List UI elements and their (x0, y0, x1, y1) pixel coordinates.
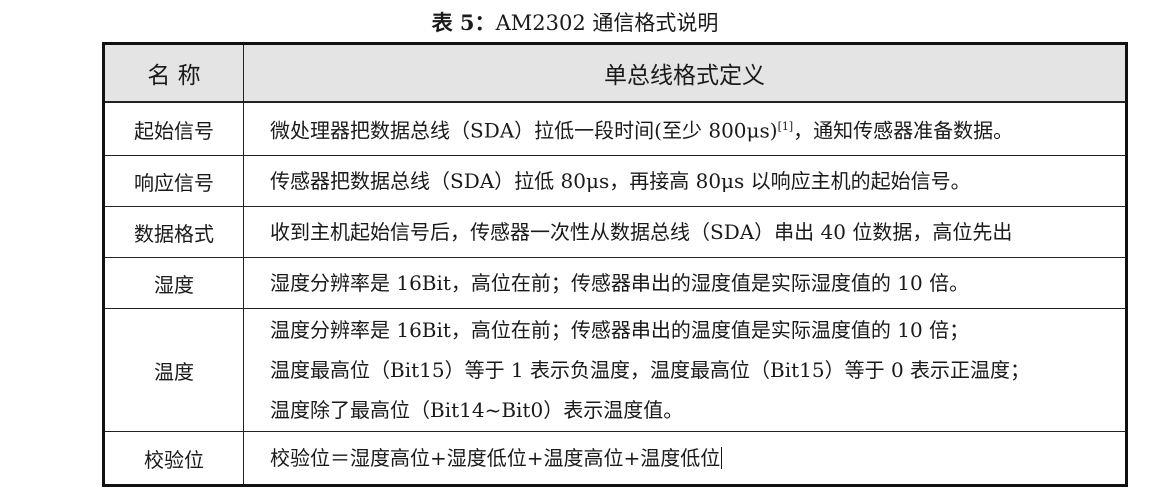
caption-title: AM2302 通信格式说明 (495, 11, 719, 35)
definition-text: 温度除了最高位（Bit14~Bit0）表示温度值。 (270, 398, 684, 422)
row-name-data-format: 数据格式 (103, 206, 244, 258)
row-definition: 微处理器把数据总线（SDA）拉低一段时间(至少 800μs)[1]，通知传感器准… (243, 101, 1127, 156)
definition-text: 温度最高位（Bit15）等于 1 表示负温度，温度最高位（Bit15）等于 0 … (270, 358, 1031, 382)
text-cursor (721, 447, 723, 469)
definition-text: 收到主机起始信号后，传感器一次性从数据总线（SDA）串出 40 位数据，高位先出 (270, 220, 1013, 244)
footnote-ref: [1] (777, 120, 794, 134)
definition-text: ，通知传感器准备数据。 (793, 118, 1014, 143)
definition-line: 校验位＝湿度高位+湿度低位+温度高位+温度低位 (270, 438, 1124, 478)
row-name-response-signal: 响应信号 (103, 155, 244, 207)
row-definition: 湿度分辨率是 16Bit，高位在前；传感器串出的湿度值是实际湿度值的 10 倍。 (243, 257, 1127, 309)
protocol-table: 名 称 单总线格式定义 起始信号 微处理器把数据总线（SDA）拉低一段时间(至少… (102, 42, 1128, 487)
table-row: 温度 温度分辨率是 16Bit，高位在前；传感器串出的温度值是实际温度值的 10… (103, 308, 1127, 432)
definition-text: 微处理器把数据总线（SDA）拉低一段时间(至少 800μs) (270, 118, 778, 143)
header-definition: 单总线格式定义 (243, 43, 1127, 103)
table-row: 响应信号 传感器把数据总线（SDA）拉低 80μs，再接高 80μs 以响应主机… (103, 155, 1127, 207)
table-header-row: 名 称 单总线格式定义 (103, 43, 1127, 103)
table-caption: 表 5：AM2302 通信格式说明 (0, 8, 1150, 38)
row-name-start-signal: 起始信号 (103, 101, 244, 156)
header-name: 名 称 (103, 43, 244, 103)
definition-line: 微处理器把数据总线（SDA）拉低一段时间(至少 800μs)[1]，通知传感器准… (270, 107, 1124, 151)
definition-text: 温度分辨率是 16Bit，高位在前；传感器串出的温度值是实际温度值的 10 倍； (270, 318, 970, 342)
row-name-temperature: 温度 (103, 308, 244, 432)
definition-text: 湿度分辨率是 16Bit，高位在前；传感器串出的湿度值是实际湿度值的 10 倍。 (270, 271, 970, 295)
row-definition: 温度分辨率是 16Bit，高位在前；传感器串出的温度值是实际温度值的 10 倍；… (243, 308, 1127, 432)
row-name-humidity: 湿度 (103, 257, 244, 309)
caption-label: 表 5： (431, 10, 496, 35)
row-name-checksum: 校验位 (103, 431, 244, 486)
table-row: 数据格式 收到主机起始信号后，传感器一次性从数据总线（SDA）串出 40 位数据… (103, 206, 1127, 258)
definition-text: 传感器把数据总线（SDA）拉低 80μs，再接高 80μs 以响应主机的起始信号… (270, 169, 971, 193)
table-row: 起始信号 微处理器把数据总线（SDA）拉低一段时间(至少 800μs)[1]，通… (103, 101, 1127, 156)
row-definition: 收到主机起始信号后，传感器一次性从数据总线（SDA）串出 40 位数据，高位先出 (243, 206, 1127, 258)
table-row: 湿度 湿度分辨率是 16Bit，高位在前；传感器串出的湿度值是实际湿度值的 10… (103, 257, 1127, 309)
row-definition[interactable]: 校验位＝湿度高位+湿度低位+温度高位+温度低位 (243, 431, 1127, 486)
definition-text: 校验位＝湿度高位+湿度低位+温度高位+温度低位 (270, 446, 721, 470)
table-row: 校验位 校验位＝湿度高位+湿度低位+温度高位+温度低位 (103, 431, 1127, 486)
row-definition: 传感器把数据总线（SDA）拉低 80μs，再接高 80μs 以响应主机的起始信号… (243, 155, 1127, 207)
